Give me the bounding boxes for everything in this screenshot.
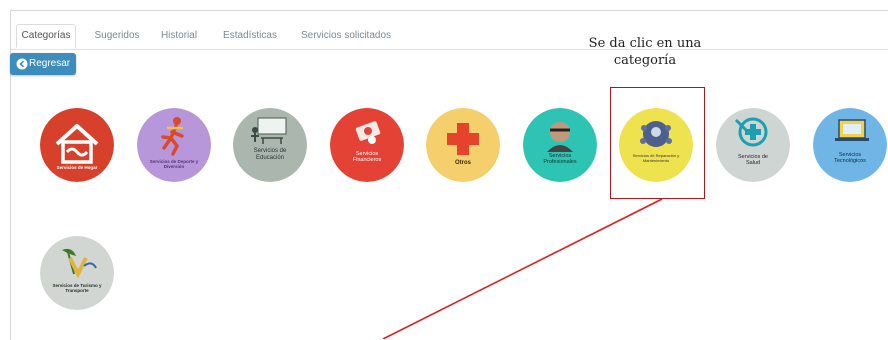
category-servicios-tecnologicos[interactable]: Servicios Tecnológicos <box>813 108 887 182</box>
category-label: Servicios de Educación <box>253 148 287 161</box>
tourism-icon <box>40 236 114 310</box>
annotation-note: Se da clic en una categoría <box>575 35 715 69</box>
classroom-icon <box>233 108 307 182</box>
category-label: Servicios Tecnológicos <box>834 152 866 165</box>
tab-categorias[interactable]: Categorías <box>16 24 76 48</box>
back-button[interactable]: Regresar <box>10 53 76 75</box>
category-servicios-de-educacion[interactable]: Servicios de Educación <box>233 108 307 182</box>
tab-servicios-solicitados[interactable]: Servicios solicitados <box>297 25 395 47</box>
money-icon <box>330 108 404 182</box>
category-servicios-financieros[interactable]: Servicios Financieros <box>330 108 404 182</box>
category-servicios-profesionales[interactable]: Servicios Profesionales <box>523 108 597 182</box>
highlight-box <box>610 87 705 199</box>
category-otros[interactable]: Otros <box>426 108 500 182</box>
professional-icon <box>523 108 597 182</box>
tab-historial[interactable]: Historial <box>153 25 205 47</box>
runner-icon <box>137 108 211 182</box>
category-label: Servicios de Salud <box>738 154 768 167</box>
category-servicios-de-turismo-y-transporte[interactable]: Servicios de Turismo y Transporte <box>40 236 114 310</box>
category-label: Servicios de Turismo y Transporte <box>52 283 102 294</box>
category-servicios-de-hogar[interactable]: Servicios de Hogar <box>40 108 114 182</box>
tab-sugeridos[interactable]: Sugeridos <box>87 25 147 47</box>
category-label: Servicios de Deporte y Diversión <box>149 159 199 170</box>
category-label: Servicios de Hogar <box>56 165 98 170</box>
tab-estadisticas[interactable]: Estadísticas <box>219 25 281 47</box>
tech-icon <box>813 108 887 182</box>
tab-bar: Categorías Sugeridos Historial Estadísti… <box>11 11 888 50</box>
arrow-circle-left-icon <box>16 58 28 70</box>
category-label: Servicios Financieros <box>352 151 382 164</box>
health-cross-icon <box>716 108 790 182</box>
back-button-label: Regresar <box>29 58 71 69</box>
category-servicios-de-deporte-y-diversion[interactable]: Servicios de Deporte y Diversión <box>137 108 211 182</box>
annotation-line-2: categoría <box>613 53 677 68</box>
category-servicios-de-salud[interactable]: Servicios de Salud <box>716 108 790 182</box>
annotation-line-1: Se da clic en una <box>588 36 702 51</box>
category-label: Otros <box>454 160 471 166</box>
category-label: Servicios Profesionales <box>543 153 577 166</box>
plus-icon <box>426 108 500 182</box>
house-handshake-icon <box>40 108 114 182</box>
